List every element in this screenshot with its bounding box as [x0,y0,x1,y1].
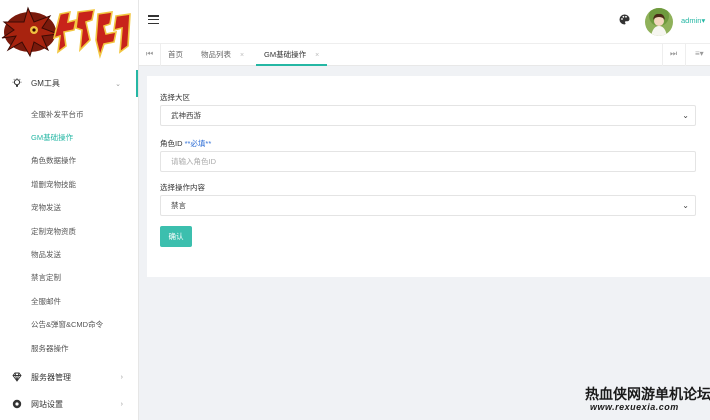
tab-label: GM基础操作 [264,50,307,59]
logo-image [1,6,131,59]
chevron-down-icon: ⌄ [682,111,689,120]
tab-bar: ⏮ 首页 物品列表 × GM基础操作 × ⏭ ≡▾ [139,43,710,66]
region-value: 武神西游 [171,111,201,120]
sidebar-group-label: GM工具 [31,79,60,88]
region-select[interactable]: 武神西游 ⌄ [160,105,696,126]
sidebar-item-server-ops[interactable]: 服务器操作 [31,343,69,354]
tab-scroll-right-icon[interactable]: ⏭ [670,49,677,59]
chevron-down-icon: ⌄ [115,80,121,88]
chevron-right-icon: › [120,401,123,408]
sidebar-item-mute[interactable]: 禁言定制 [31,272,61,283]
role-id-label: 角色ID **必填** [160,139,212,148]
sidebar-item-pet-send[interactable]: 宠物发送 [31,202,61,213]
tab-gm-basic[interactable]: GM基础操作 × [256,44,328,66]
tab-label: 首页 [168,50,183,59]
avatar[interactable] [645,8,673,36]
required-hint: **必填** [184,139,212,148]
operation-label: 选择操作内容 [160,183,205,192]
close-icon[interactable]: × [315,52,319,59]
sidebar-group-gm-tools[interactable]: GM工具 ⌄ [0,70,138,97]
sidebar-group-label: 网站设置 [31,400,63,409]
role-id-input[interactable] [160,151,696,172]
tab-label: 物品列表 [201,50,231,59]
bulb-icon [12,77,24,90]
logo [0,0,138,67]
user-menu[interactable]: admin▾ [681,16,705,25]
watermark-title: 热血侠网游单机论坛 [585,386,710,402]
sidebar-group-site-settings[interactable]: 网站设置 › [0,391,138,418]
tab-options-icon[interactable]: ≡▾ [695,49,704,58]
region-label: 选择大区 [160,93,190,102]
palette-icon[interactable] [619,14,630,28]
close-icon[interactable]: × [240,52,244,59]
username: admin [681,16,702,25]
confirm-button[interactable]: 确认 [160,226,192,247]
sidebar-item-pet-skills[interactable]: 增删宠物技能 [31,179,76,190]
top-header: admin▾ [139,0,710,43]
sidebar-group-server-mgmt[interactable]: 服务器管理 › [0,364,138,391]
sidebar-group-label: 服务器管理 [31,373,71,382]
operation-select[interactable]: 禁言 ⌄ [160,195,696,216]
sidebar-item-announce-cmd[interactable]: 公告&弹窗&CMD命令 [31,319,103,330]
form-card: 选择大区 武神西游 ⌄ 角色ID **必填** 选择操作内容 禁言 ⌄ 确认 [147,76,710,277]
chevron-down-icon: ⌄ [682,201,689,210]
sidebar-item-recharge-coins[interactable]: 全服补发平台币 [31,109,84,120]
tab-item-list[interactable]: 物品列表 × [193,44,252,66]
sidebar-item-item-send[interactable]: 物品发送 [31,249,61,260]
diamond-icon [12,372,24,384]
sidebar: GM工具 ⌄ 全服补发平台币 GM基础操作 角色数据操作 增删宠物技能 宠物发送… [0,0,139,420]
sidebar-item-role-data[interactable]: 角色数据操作 [31,155,76,166]
operation-value: 禁言 [171,201,186,210]
tab-scroll-left-icon[interactable]: ⏮ [146,49,153,59]
menu-toggle-icon[interactable] [148,15,159,25]
sidebar-item-pet-aptitude[interactable]: 定制宠物资质 [31,226,76,237]
tab-home[interactable]: 首页 [160,44,191,66]
caret-down-icon: ▾ [701,16,706,25]
gear-icon [12,399,24,411]
chevron-right-icon: › [120,374,123,381]
watermark-url: www.rexuexia.com [590,402,679,412]
sidebar-item-global-mail[interactable]: 全服邮件 [31,296,61,307]
sidebar-item-gm-basic[interactable]: GM基础操作 [31,132,73,143]
